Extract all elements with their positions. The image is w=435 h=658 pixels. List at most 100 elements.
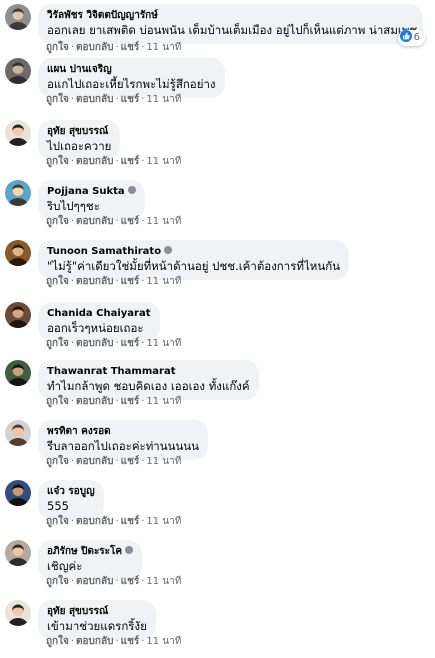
reply-button[interactable]: ตอบกลับ [76,216,113,228]
reply-button[interactable]: ตอบกลับ [76,516,113,528]
separator: · [141,396,145,407]
reply-button[interactable]: ตอบกลับ [76,94,113,106]
reply-button[interactable]: ตอบกลับ [76,636,113,648]
avatar[interactable] [5,360,31,386]
like-button[interactable]: ถูกใจ [46,42,69,54]
comment-text: "ไม่รู้"ค่าเดียวใช่มั้ยที่หน้าด้านอยู่ ป… [47,259,341,273]
separator: · [141,42,145,53]
like-button[interactable]: ถูกใจ [46,636,69,648]
avatar[interactable] [5,240,31,266]
comment-timestamp[interactable]: 11 นาที [146,576,181,588]
avatar[interactable] [5,420,31,446]
author-name[interactable]: แผน ปานเจริญ [47,64,112,75]
separator: · [141,636,145,647]
separator: · [141,516,145,527]
share-button[interactable]: แชร์ [121,276,140,288]
share-button[interactable]: แชร์ [121,636,140,648]
comment-bubble: อภิรักษ ปิดะระโค เชิญค่ะ [38,540,143,580]
avatar[interactable] [5,4,31,30]
comment-timestamp[interactable]: 11 นาที [146,338,181,350]
separator: · [141,338,145,349]
share-button[interactable]: แชร์ [121,216,140,228]
separator: · [70,396,75,407]
comment-author[interactable]: แผน ปานเจริญ [47,63,216,76]
comment-timestamp[interactable]: 11 นาที [146,216,181,228]
comment: Tunoon Samathirato "ไม่รู้"ค่าเดียวใช่มั้… [0,240,435,298]
separator: · [141,276,145,287]
reply-button[interactable]: ตอบกลับ [76,338,113,350]
reply-button[interactable]: ตอบกลับ [76,456,113,468]
comment-timestamp[interactable]: 11 นาที [146,516,181,528]
share-button[interactable]: แชร์ [121,42,140,54]
reply-button[interactable]: ตอบกลับ [76,396,113,408]
like-button[interactable]: ถูกใจ [46,396,69,408]
share-button[interactable]: แชร์ [121,516,140,528]
author-name[interactable]: อุทัย สุขบรรณ์ [47,606,108,617]
comment: อุทัย สุขบรรณ์เข้ามาช่วยแดรกริ้งัยถูกใจ ·… [0,600,435,658]
comment-text: เข้ามาช่วยแดรกริ้งัย [47,619,147,633]
comment-author[interactable]: อุทัย สุขบรรณ์ [47,125,111,138]
comment-author[interactable]: อภิรักษ ปิดะระโค [47,545,134,558]
share-button[interactable]: แชร์ [121,94,140,106]
author-name[interactable]: Pojjana Sukta [47,186,125,197]
comment-text: รีบลาออกไปเถอะค่ะท่านนนนน [47,439,200,453]
comment-timestamp[interactable]: 11 นาที [146,396,181,408]
comment-timestamp[interactable]: 11 นาที [146,456,181,468]
comment-author[interactable]: Thawanrat Thammarat [47,365,250,378]
like-button[interactable]: ถูกใจ [46,516,69,528]
avatar[interactable] [5,180,31,206]
comment-timestamp[interactable]: 11 นาที [146,42,181,54]
author-name[interactable]: Thawanrat Thammarat [47,366,175,377]
comment-author[interactable]: Chanida Chaiyarat [47,307,151,320]
author-name[interactable]: Tunoon Samathirato [47,246,161,257]
reply-button[interactable]: ตอบกลับ [76,276,113,288]
share-button[interactable]: แชร์ [121,456,140,468]
comment-author[interactable]: อุทัย สุขบรรณ์ [47,605,147,618]
avatar[interactable] [5,120,31,146]
author-name[interactable]: อภิรักษ ปิดะระโค [47,546,122,557]
comment: แผน ปานเจริญอแกไปเถอะเหี้ยไรกพะไม่รู้สึก… [0,58,435,116]
comment-author[interactable]: แจ๋ว รอบูญ [47,485,95,498]
comment-timestamp[interactable]: 11 นาที [146,156,181,168]
like-button[interactable]: ถูกใจ [46,456,69,468]
like-button[interactable]: ถูกใจ [46,576,69,588]
like-button[interactable]: ถูกใจ [46,216,69,228]
reply-button[interactable]: ตอบกลับ [76,156,113,168]
author-name[interactable]: อุทัย สุขบรรณ์ [47,126,108,137]
avatar[interactable] [5,600,31,626]
reaction-count[interactable]: 6 [397,30,425,46]
like-button[interactable]: ถูกใจ [46,156,69,168]
share-button[interactable]: แชร์ [121,338,140,350]
comment-bubble: อุทัย สุขบรรณ์เข้ามาช่วยแดรกริ้งัย [38,600,156,640]
separator: · [115,636,119,647]
comment-text: ริบไปๆๆชะ [47,199,100,213]
separator: · [141,576,145,587]
comment-timestamp[interactable]: 11 นาที [146,94,181,106]
share-button[interactable]: แชร์ [121,576,140,588]
avatar[interactable] [5,480,31,506]
share-button[interactable]: แชร์ [121,396,140,408]
like-button[interactable]: ถูกใจ [46,94,69,106]
like-button[interactable]: ถูกใจ [46,338,69,350]
comment-text: 555 [47,499,69,513]
comment-author[interactable]: Pojjana Sukta [47,185,136,198]
avatar[interactable] [5,540,31,566]
author-name[interactable]: แจ๋ว รอบูญ [47,486,95,497]
avatar[interactable] [5,58,31,84]
comment-author[interactable]: Tunoon Samathirato [47,245,340,258]
reply-button[interactable]: ตอบกลับ [76,42,113,54]
author-name[interactable]: วิรัลพัชร วิจิตตปัญญารักษ์ [47,10,158,21]
comment-text: อแกไปเถอะเหี้ยไรกพะไม่รู้สึกอย่าง [47,77,216,91]
comment-timestamp[interactable]: 11 นาที [146,636,181,648]
author-name[interactable]: Chanida Chaiyarat [47,308,151,319]
comment-author[interactable]: พรทิตา คงรอด [47,425,199,438]
avatar[interactable] [5,302,31,328]
share-button[interactable]: แชร์ [121,156,140,168]
author-name[interactable]: พรทิตา คงรอด [47,426,111,437]
like-button[interactable]: ถูกใจ [46,276,69,288]
comment: แจ๋ว รอบูญ 555 ถูกใจ · ตอบกลับ · แชร์ · 11 นาที [0,480,435,538]
comment-timestamp[interactable]: 11 นาที [146,276,181,288]
reply-button[interactable]: ตอบกลับ [76,576,113,588]
separator: · [141,456,145,467]
comment-author[interactable]: วิรัลพัชร วิจิตตปัญญารักษ์ [47,9,414,22]
